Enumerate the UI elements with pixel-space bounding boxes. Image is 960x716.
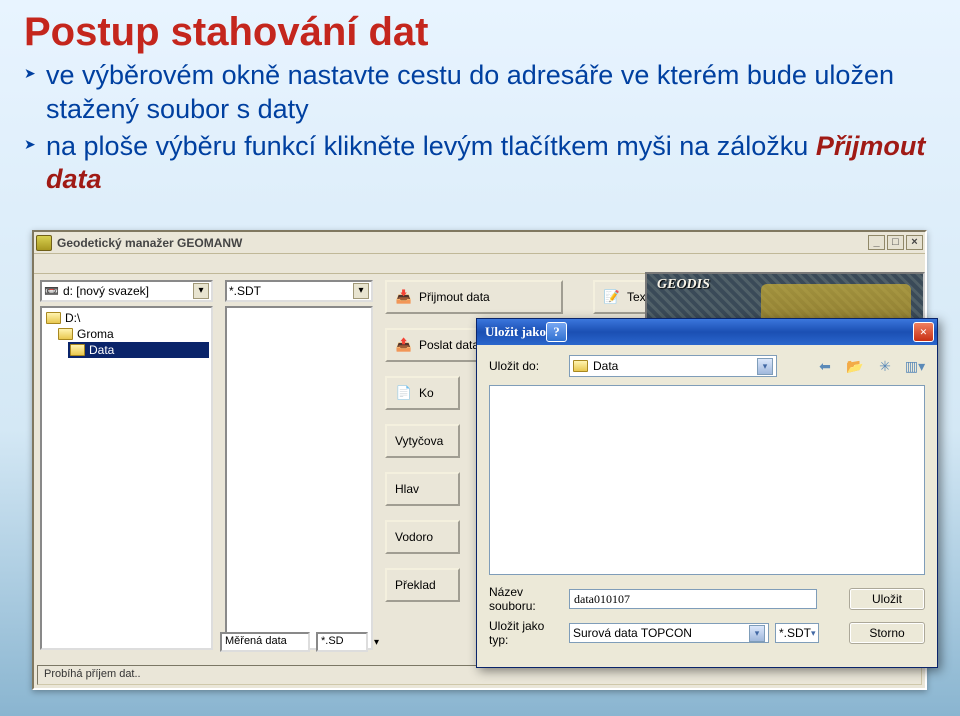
chevron-down-icon[interactable]: ▾ — [193, 283, 209, 299]
folder-open-icon — [70, 344, 85, 356]
file-list[interactable] — [225, 306, 373, 650]
up-folder-icon[interactable]: 📂 — [845, 357, 865, 375]
filetype-label: Uložit jako typ: — [489, 619, 563, 647]
filename-label: Název souboru: — [489, 585, 563, 613]
app-icon — [36, 235, 52, 251]
tree-node-data[interactable]: Data — [68, 342, 209, 358]
hlav-button[interactable]: Hlav — [385, 472, 460, 506]
view-menu-icon[interactable]: ▥▾ — [905, 357, 925, 375]
filter-selector[interactable]: *.SDT ▾ — [225, 280, 373, 302]
folder-tree[interactable]: D:\ Groma Data — [40, 306, 213, 650]
tree-node-groma[interactable]: Groma — [56, 326, 209, 342]
filter-value: *.SDT — [229, 284, 261, 298]
maximize-button[interactable]: □ — [887, 235, 904, 250]
window-title: Geodetický manažer GEOMANW — [57, 236, 242, 250]
status-bar: Probíhá příjem dat.. — [37, 665, 922, 685]
chevron-down-icon[interactable]: ▾ — [749, 625, 765, 642]
drive-value: d: [nový svazek] — [63, 284, 149, 298]
receive-data-button[interactable]: 📥Přijmout data — [385, 280, 563, 314]
vodoro-button[interactable]: Vodoro — [385, 520, 460, 554]
dialog-title: Uložit jako — [485, 324, 546, 340]
send-icon: 📤 — [395, 337, 413, 353]
folder-open-icon — [58, 328, 73, 340]
bullet-2-text: na ploše výběru funkcí klikněte levým tl… — [46, 131, 816, 161]
data-type-field[interactable]: Měřená data — [220, 632, 310, 652]
bullet-1: ve výběrovém okně nastavte cestu do adre… — [24, 59, 936, 127]
chevron-down-icon[interactable]: ▾ — [374, 637, 379, 648]
save-in-label: Uložit do: — [489, 359, 563, 373]
help-button[interactable]: ? — [546, 322, 567, 342]
folder-open-icon — [573, 360, 588, 372]
doc-icon: 📄 — [395, 385, 413, 401]
save-in-value: Data — [593, 359, 618, 373]
vytycova-button[interactable]: Vytyčova — [385, 424, 460, 458]
data-ext-field[interactable]: *.SD — [316, 632, 368, 652]
save-in-combo[interactable]: Data ▾ — [569, 355, 777, 377]
save-button[interactable]: Uložit — [849, 588, 925, 610]
save-as-dialog: Uložit jako ? × Uložit do: Data ▾ ⬅ 📂 ✳ … — [476, 318, 938, 668]
chevron-down-icon[interactable]: ▾ — [811, 628, 816, 639]
dialog-titlebar: Uložit jako ? × — [477, 319, 937, 345]
edit-icon: 📝 — [603, 289, 621, 305]
receive-icon: 📥 — [395, 289, 413, 305]
filetype-combo[interactable]: Surová data TOPCON ▾ — [569, 623, 769, 643]
ko-button[interactable]: 📄Ko — [385, 376, 460, 410]
chevron-down-icon[interactable]: ▾ — [353, 283, 369, 299]
folder-open-icon — [46, 312, 61, 324]
page-title: Postup stahování dat — [24, 10, 936, 55]
filetype-ext[interactable]: *.SDT ▾ — [775, 623, 819, 643]
menubar[interactable] — [34, 254, 925, 274]
minimize-button[interactable]: _ — [868, 235, 885, 250]
new-folder-icon[interactable]: ✳ — [875, 357, 895, 375]
bullet-2: na ploše výběru funkcí klikněte levým tl… — [24, 130, 936, 198]
filename-input[interactable] — [569, 589, 817, 609]
chevron-down-icon[interactable]: ▾ — [757, 358, 773, 375]
cancel-button[interactable]: Storno — [849, 622, 925, 644]
dialog-close-button[interactable]: × — [913, 322, 934, 342]
close-button[interactable]: × — [906, 235, 923, 250]
brand-name: GEODIS — [657, 277, 710, 293]
tree-node-root[interactable]: D:\ — [44, 310, 209, 326]
drive-selector[interactable]: 📼 d: [nový svazek] ▾ — [40, 280, 213, 302]
back-icon[interactable]: ⬅ — [815, 357, 835, 375]
preklad-button[interactable]: Překlad — [385, 568, 460, 602]
dialog-file-list[interactable] — [489, 385, 925, 575]
window-titlebar: Geodetický manažer GEOMANW _ □ × — [34, 232, 925, 254]
